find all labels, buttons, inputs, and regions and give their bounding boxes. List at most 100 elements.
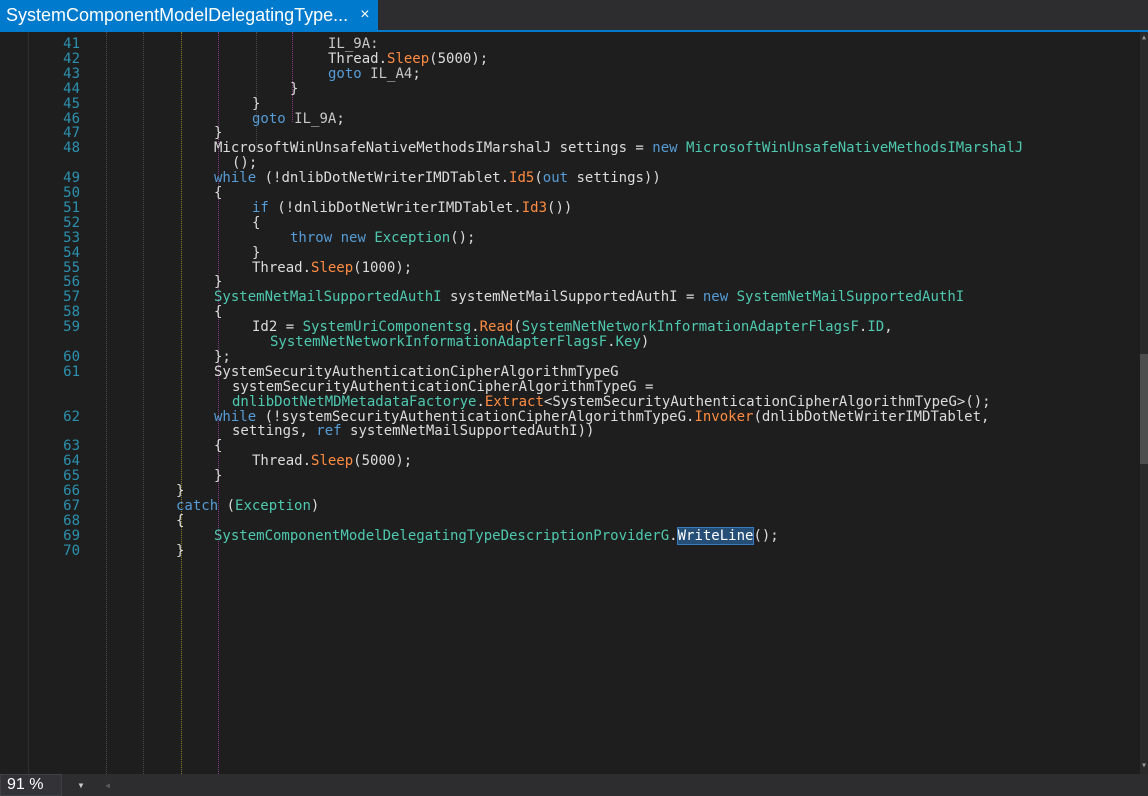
code-token: (dnlibDotNetWriterIMDTablet, (753, 408, 990, 425)
code-token: SystemComponentModelDelegatingTypeDescri… (214, 527, 670, 544)
close-icon[interactable]: × (360, 7, 369, 23)
line-number: 52 (63, 214, 80, 231)
code-token: { (214, 304, 223, 321)
code-token: (!dnlibDotNetWriterIMDTablet. (268, 199, 522, 216)
code-line: } (214, 126, 222, 140)
indent-guide (292, 32, 293, 122)
code-token: ( (513, 319, 522, 336)
code-line: MicrosoftWinUnsafeNativeMethodsIMarshalJ… (214, 141, 1023, 155)
code-token: systemNetMailSupportedAuthI)) (341, 423, 595, 440)
status-bar: 91 % ▾ ◂ (0, 774, 1148, 796)
code-line: catch (Exception) (176, 499, 319, 513)
zoom-dropdown-icon[interactable]: ▾ (70, 774, 92, 796)
line-number: 51 (63, 199, 80, 216)
tab-bar: SystemComponentModelDelegatingType... × (0, 0, 1148, 32)
code-token: ()) (547, 199, 573, 216)
code-token: { (176, 512, 185, 529)
code-editor[interactable]: IL_9A: Thread.Sleep(5000); goto IL_A4;}} go… (0, 32, 1140, 774)
code-line: goto IL_A4; (328, 67, 421, 81)
code-line: { (214, 305, 222, 319)
code-token: Extract (484, 393, 544, 410)
line-number: 53 (63, 229, 80, 246)
horizontal-scrollbar[interactable] (120, 780, 1140, 790)
code-token: Id5 (509, 170, 535, 187)
line-number: 59 (63, 319, 80, 336)
code-token: SystemSecurityAuthenticationCipherAlgori… (214, 363, 619, 380)
code-token: . (471, 319, 480, 336)
scroll-down-icon[interactable]: ▾ (1140, 760, 1148, 772)
tab-active-document[interactable]: SystemComponentModelDelegatingType... × (0, 0, 378, 30)
indent-guide (106, 32, 107, 774)
code-token: dnlibDotNetMDMetadataFactorye (232, 393, 477, 410)
code-token: goto (328, 65, 362, 82)
code-token: MicrosoftWinUnsafeNativeMethodsIMarshalJ… (214, 140, 653, 157)
line-number: 70 (63, 542, 80, 559)
code-token: settings, (232, 423, 317, 440)
code-line: } (290, 82, 298, 96)
vertical-scrollbar[interactable] (1140, 32, 1148, 774)
code-token: ; (336, 110, 345, 127)
indent-guide (256, 32, 257, 152)
line-number: 54 (63, 244, 80, 261)
code-token: systemNetMailSupportedAuthI = (441, 289, 703, 306)
code-token: Sleep (387, 50, 430, 67)
code-token: } (252, 244, 261, 261)
code-line: } (214, 275, 222, 289)
code-line: dnlibDotNetMDMetadataFactorye.Extract<Sy… (232, 395, 991, 409)
code-token: ; (412, 65, 421, 82)
line-number: 43 (63, 65, 80, 82)
code-token: systemSecurityAuthenticationCipherAlgori… (232, 378, 654, 395)
code-token: Exception (235, 497, 311, 514)
code-line: IL_9A: (328, 37, 379, 51)
code-token: Sleep (311, 259, 354, 276)
code-token: new (702, 289, 729, 306)
code-line: { (214, 186, 222, 200)
code-line: Thread.Sleep(5000); (252, 454, 412, 468)
code-line: { (176, 514, 184, 528)
scroll-left-icon[interactable]: ◂ (104, 774, 118, 796)
line-number: 60 (63, 348, 80, 365)
line-number: 45 (63, 95, 80, 112)
code-token: (!dnlibDotNetWriterIMDTablet. (256, 170, 510, 187)
scroll-up-icon[interactable]: ▴ (1140, 32, 1148, 44)
code-token: while (214, 170, 257, 187)
code-token: SystemNetNetworkInformationAdapterFlagsF (521, 319, 859, 336)
line-number: 57 (63, 289, 80, 306)
code-token: SystemNetNetworkInformationAdapterFlagsF (270, 334, 608, 350)
code-line: } (176, 484, 184, 498)
line-number: 48 (63, 140, 80, 157)
code-token: . (669, 527, 678, 544)
code-token: }; (214, 348, 231, 365)
indent-guide (143, 32, 144, 774)
code-line: }; (214, 350, 231, 364)
code-token: catch (176, 497, 219, 514)
code-token: ref (316, 423, 342, 440)
code-token: <SystemSecurityAuthenticationCipherAlgor… (543, 393, 991, 410)
code-token: throw (290, 229, 333, 246)
line-number: 55 (63, 259, 80, 276)
tab-title: SystemComponentModelDelegatingType... (6, 5, 349, 25)
code-token: } (290, 80, 299, 97)
code-token: if (252, 199, 269, 216)
line-number: 58 (63, 304, 80, 321)
selected-token: WriteLine (676, 526, 755, 545)
code-line: SystemComponentModelDelegatingTypeDescri… (214, 526, 779, 545)
code-token: Id2 = (252, 319, 303, 336)
code-line: while (!dnlibDotNetWriterIMDTablet.Id5(o… (214, 171, 661, 185)
line-number: 44 (63, 80, 80, 97)
indent-guide (181, 32, 182, 774)
scrollbar-thumb[interactable] (1140, 354, 1148, 464)
line-number: 65 (63, 468, 80, 485)
code-token: new (340, 229, 366, 246)
code-line: SystemSecurityAuthenticationCipherAlgori… (214, 365, 619, 379)
line-number: 49 (63, 170, 80, 187)
code-token: out (542, 170, 569, 187)
line-number: 63 (63, 438, 80, 455)
code-token: settings)) (568, 170, 661, 187)
zoom-level-combo[interactable]: 91 % (0, 774, 62, 796)
code-token: } (176, 542, 185, 559)
code-token: goto (252, 110, 286, 127)
code-token: IL_9A: (328, 36, 379, 52)
